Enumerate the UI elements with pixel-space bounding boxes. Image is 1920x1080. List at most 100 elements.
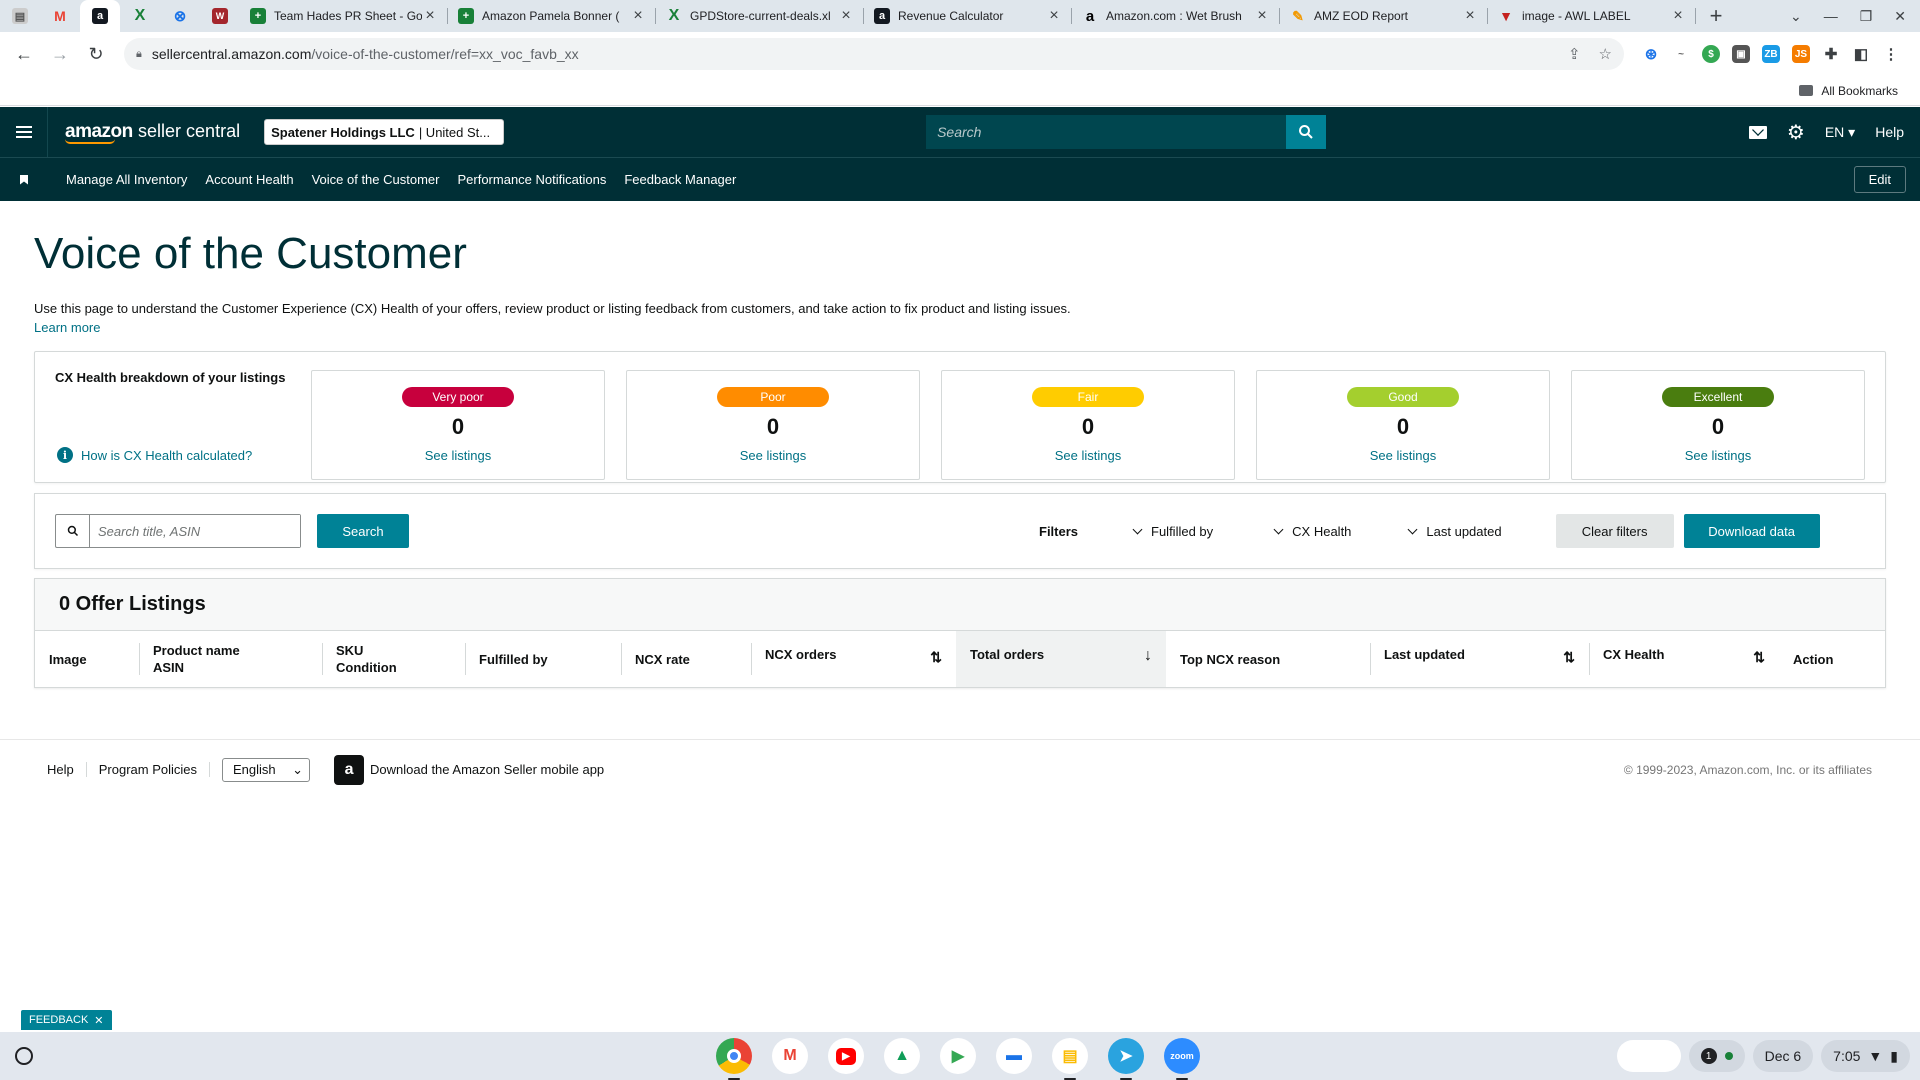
- drive-icon[interactable]: ▲: [884, 1038, 920, 1074]
- reload-button[interactable]: ↻: [82, 40, 110, 68]
- sort-icon[interactable]: ⇅: [1753, 649, 1765, 666]
- language-selector[interactable]: EN ▾: [1825, 124, 1855, 141]
- search-button[interactable]: Search: [317, 514, 409, 548]
- close-icon[interactable]: ×: [1046, 7, 1062, 25]
- feedback-tab[interactable]: FEEDBACK ✕: [21, 1010, 112, 1030]
- sort-icon[interactable]: ⇅: [1563, 649, 1575, 666]
- sort-icon[interactable]: ⇅: [930, 649, 942, 666]
- sidepanel-icon[interactable]: ◧: [1852, 45, 1870, 63]
- extension-icon[interactable]: $: [1702, 45, 1720, 63]
- listing-search-input[interactable]: [90, 515, 300, 547]
- close-icon[interactable]: ×: [1670, 7, 1686, 25]
- browser-tab[interactable]: ▼ image - AWL LABEL ×: [1488, 0, 1696, 32]
- extension-icon[interactable]: ZB: [1762, 45, 1780, 63]
- filter-fulfilled-by[interactable]: Fulfilled by: [1132, 524, 1213, 539]
- browser-tab[interactable]: + Team Hades PR Sheet - Go ×: [240, 0, 448, 32]
- browser-tab[interactable]: a Revenue Calculator ×: [864, 0, 1072, 32]
- menu-icon[interactable]: ⋮: [1882, 45, 1900, 63]
- telegram-icon[interactable]: ➤: [1108, 1038, 1144, 1080]
- extension-icon[interactable]: ~: [1672, 45, 1690, 63]
- back-button[interactable]: ←: [10, 40, 38, 68]
- forward-button[interactable]: →: [46, 40, 74, 68]
- close-icon[interactable]: ×: [630, 7, 646, 25]
- share-icon[interactable]: ⇪: [1568, 45, 1581, 63]
- footer-language-select[interactable]: English ⌄: [222, 757, 311, 782]
- pinned-tab-wrike[interactable]: W: [200, 0, 240, 32]
- bookmark-icon[interactable]: [0, 174, 48, 185]
- files-icon[interactable]: ▬: [996, 1038, 1032, 1074]
- nav-link-account-health[interactable]: Account Health: [205, 172, 293, 187]
- pinned-tab-docs[interactable]: ▤: [0, 0, 40, 32]
- hamburger-menu-icon[interactable]: [0, 107, 48, 157]
- close-icon[interactable]: ×: [1254, 7, 1270, 25]
- filter-last-updated[interactable]: Last updated: [1407, 524, 1502, 539]
- cx-health-help-link[interactable]: i How is CX Health calculated?: [57, 447, 252, 463]
- browser-tab[interactable]: + Amazon Pamela Bonner ( ×: [448, 0, 656, 32]
- see-listings-link[interactable]: See listings: [425, 448, 491, 463]
- notification-pill[interactable]: 1: [1688, 1040, 1745, 1072]
- close-icon[interactable]: ×: [1462, 7, 1478, 25]
- help-link[interactable]: Help: [1875, 124, 1904, 140]
- gmail-icon[interactable]: M: [772, 1038, 808, 1074]
- star-icon[interactable]: ☆: [1599, 45, 1612, 63]
- notes-icon[interactable]: ▤: [1052, 1038, 1088, 1080]
- new-tab-button[interactable]: +: [1696, 3, 1736, 29]
- browser-tab[interactable]: ✎ AMZ EOD Report ×: [1280, 0, 1488, 32]
- status-area[interactable]: 7:05 ▼ ▮: [1821, 1040, 1910, 1072]
- restore-icon[interactable]: ❐: [1860, 8, 1873, 25]
- extension-icon[interactable]: ⊛: [1642, 45, 1660, 63]
- filter-cx-health[interactable]: CX Health: [1273, 524, 1351, 539]
- close-icon[interactable]: ×: [422, 7, 438, 25]
- col-cx-health[interactable]: CX Health ⇅: [1589, 631, 1779, 687]
- col-total-orders[interactable]: Total orders ↓: [956, 631, 1166, 687]
- close-window-icon[interactable]: ✕: [1894, 8, 1906, 25]
- date-pill[interactable]: Dec 6: [1752, 1040, 1814, 1072]
- nav-link-feedback-manager[interactable]: Feedback Manager: [624, 172, 736, 187]
- see-listings-link[interactable]: See listings: [1370, 448, 1436, 463]
- close-icon[interactable]: ×: [838, 7, 854, 25]
- learn-more-link[interactable]: Learn more: [34, 320, 100, 335]
- nav-link-voice-of-customer[interactable]: Voice of the Customer: [312, 172, 440, 187]
- col-ncx-orders[interactable]: NCX orders ⇅: [751, 631, 956, 687]
- tab-search-icon[interactable]: ⌄: [1790, 8, 1802, 25]
- see-listings-link[interactable]: See listings: [1055, 448, 1121, 463]
- address-bar[interactable]: 🔒︎ sellercentral.amazon.com/voice-of-the…: [124, 38, 1624, 70]
- seller-app-icon[interactable]: a: [334, 754, 365, 785]
- all-bookmarks[interactable]: All Bookmarks: [1821, 84, 1898, 98]
- see-listings-link[interactable]: See listings: [740, 448, 806, 463]
- header-search-input[interactable]: [926, 115, 1287, 149]
- download-app-link[interactable]: Download the Amazon Seller mobile app: [370, 762, 604, 777]
- pinned-tab-circle[interactable]: ⊗: [160, 0, 200, 32]
- pinned-tab-gmail[interactable]: M: [40, 0, 80, 32]
- extension-icon[interactable]: JS: [1792, 45, 1810, 63]
- close-icon[interactable]: ✕: [94, 1014, 103, 1027]
- col-last-updated[interactable]: Last updated ⇅: [1370, 631, 1589, 687]
- extension-icon[interactable]: ▣: [1732, 45, 1750, 63]
- pinned-tab-excel[interactable]: X: [120, 0, 160, 32]
- arrow-down-icon[interactable]: ↓: [1144, 647, 1152, 665]
- zoom-icon[interactable]: zoom: [1164, 1038, 1200, 1080]
- seller-central-logo[interactable]: amazon seller central: [65, 121, 240, 144]
- footer-help-link[interactable]: Help: [47, 762, 87, 777]
- tray-thumbnail[interactable]: [1616, 1040, 1681, 1072]
- minimize-icon[interactable]: —: [1824, 8, 1838, 24]
- browser-tab[interactable]: a Amazon.com : Wet Brush ×: [1072, 0, 1280, 32]
- gear-icon[interactable]: ⚙: [1787, 120, 1805, 145]
- youtube-icon[interactable]: ▶: [828, 1038, 864, 1074]
- nav-link-performance-notifications[interactable]: Performance Notifications: [457, 172, 606, 187]
- browser-tab[interactable]: X GPDStore-current-deals.xl ×: [656, 0, 864, 32]
- chrome-icon[interactable]: [716, 1038, 752, 1080]
- edit-button[interactable]: Edit: [1853, 166, 1906, 193]
- download-data-button[interactable]: Download data: [1683, 514, 1820, 548]
- clear-filters-button[interactable]: Clear filters: [1555, 514, 1674, 548]
- see-listings-link[interactable]: See listings: [1685, 448, 1751, 463]
- nav-link-manage-inventory[interactable]: Manage All Inventory: [66, 172, 187, 187]
- mail-icon[interactable]: [1748, 125, 1767, 139]
- play-store-icon[interactable]: ▶: [940, 1038, 976, 1074]
- header-search-button[interactable]: [1286, 115, 1327, 149]
- launcher-icon[interactable]: [15, 1047, 33, 1065]
- puzzle-icon[interactable]: ✚: [1822, 45, 1840, 63]
- account-switcher[interactable]: Spatener Holdings LLC | United St...: [264, 119, 505, 145]
- pinned-tab-amazon[interactable]: a: [80, 0, 120, 32]
- footer-program-policies-link[interactable]: Program Policies: [99, 762, 211, 777]
